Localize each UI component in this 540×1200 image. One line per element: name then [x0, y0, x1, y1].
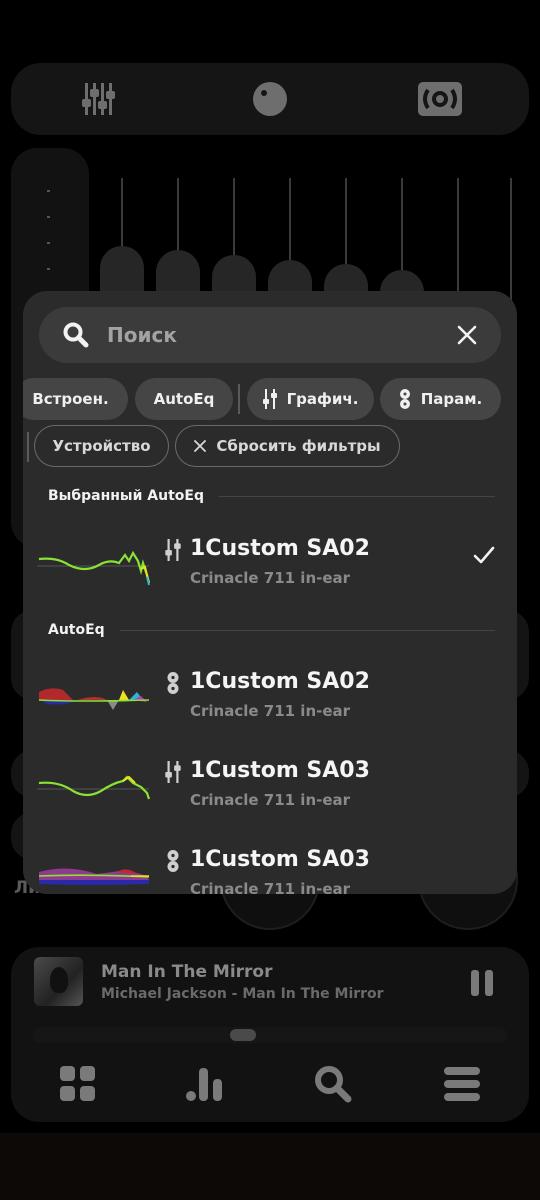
section-divider — [120, 630, 495, 631]
track-artist: Michael Jackson - Man In The Mirror — [101, 986, 384, 1002]
track-title: Man In The Mirror — [101, 962, 273, 982]
filter-chip-builtin[interactable]: Встроен. — [23, 378, 128, 420]
search-icon — [63, 322, 89, 348]
progress-bar[interactable] — [33, 1027, 507, 1043]
filter-chip-autoeq[interactable]: AutoEq — [135, 378, 233, 420]
filter-chip-parametric[interactable]: Парам. — [380, 378, 501, 420]
graphic-eq-icon — [165, 539, 181, 561]
menu-icon[interactable] — [443, 1065, 481, 1103]
parametric-eq-icon — [167, 672, 179, 694]
sliders-icon[interactable] — [81, 81, 117, 117]
preset-item[interactable]: 1Custom SA03 Crinacle 711 in-ear — [23, 757, 517, 846]
preset-name: 1Custom SA03 — [190, 847, 370, 872]
pause-button[interactable] — [471, 970, 495, 996]
reset-filters-chip[interactable]: Сбросить фильтры — [175, 425, 400, 467]
chip-label: Сбросить фильтры — [216, 437, 381, 455]
equalizer-bars-icon[interactable] — [185, 1065, 223, 1103]
graphic-eq-icon — [165, 761, 181, 783]
eq-curve-parametric — [38, 688, 150, 710]
preset-source: Crinacle 711 in-ear — [190, 702, 351, 720]
close-icon[interactable] — [455, 323, 479, 347]
chip-label: Устройство — [52, 437, 151, 455]
graphic-eq-icon — [262, 389, 277, 409]
preset-name: 1Custom SA03 — [190, 758, 370, 783]
search-icon[interactable] — [314, 1065, 352, 1103]
preset-source: Crinacle 711 in-ear — [190, 569, 351, 587]
chip-label: AutoEq — [153, 390, 215, 408]
close-icon — [194, 440, 207, 452]
album-art[interactable] — [34, 957, 83, 1006]
search-bar — [39, 307, 501, 363]
grid-icon[interactable] — [59, 1065, 97, 1103]
knob-icon[interactable] — [252, 81, 288, 117]
preset-item-selected[interactable]: 1Custom SA02 Crinacle 711 in-ear — [23, 535, 517, 624]
section-header-selected: Выбранный AutoEq — [48, 488, 204, 504]
search-input[interactable] — [107, 307, 427, 363]
mini-player[interactable]: Man In The Mirror Michael Jackson - Man … — [11, 947, 529, 1122]
eq-curve-graphic — [37, 550, 151, 586]
checkmark-icon — [473, 546, 495, 564]
system-nav-area — [0, 1133, 540, 1200]
preset-search-sheet: Встроен. AutoEq Графич. Парам. Устройств… — [23, 291, 517, 894]
parametric-eq-icon — [399, 389, 410, 409]
preset-name: 1Custom SA02 — [190, 536, 370, 561]
chip-label: Встроен. — [32, 390, 109, 408]
chip-label: Графич. — [286, 390, 359, 408]
filter-chip-graphic[interactable]: Графич. — [247, 378, 374, 420]
preset-item[interactable]: 1Custom SA03 Crinacle 711 in-ear — [23, 846, 517, 894]
speaker-icon[interactable] — [417, 81, 463, 117]
top-mode-bar — [11, 63, 529, 135]
preset-source: Crinacle 711 in-ear — [190, 880, 351, 894]
eq-curve-graphic — [37, 775, 151, 800]
section-divider — [219, 496, 495, 497]
section-header-autoeq: AutoEq — [48, 622, 105, 638]
chip-divider — [238, 384, 240, 414]
filter-chip-device[interactable]: Устройство — [34, 425, 169, 467]
preset-item[interactable]: 1Custom SA02 Crinacle 711 in-ear — [23, 668, 517, 757]
preset-name: 1Custom SA02 — [190, 669, 370, 694]
chip-label: Парам. — [420, 390, 483, 408]
chip-divider — [27, 432, 29, 462]
parametric-eq-icon — [167, 850, 179, 872]
eq-curve-parametric — [38, 868, 150, 885]
preset-source: Crinacle 711 in-ear — [190, 791, 351, 809]
progress-thumb[interactable] — [230, 1029, 256, 1041]
